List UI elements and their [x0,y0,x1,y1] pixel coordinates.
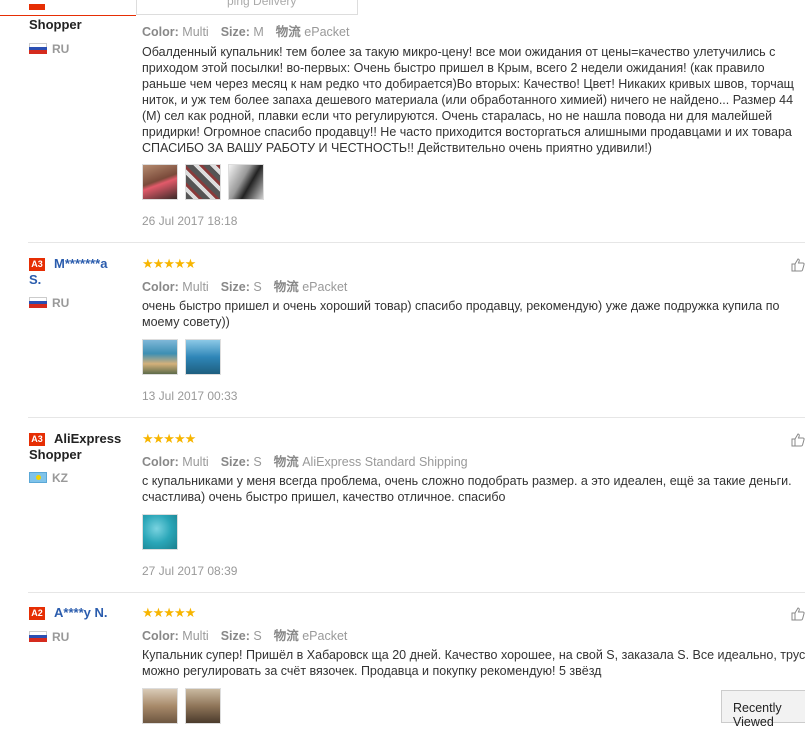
review-photo[interactable] [228,164,264,200]
review-text-line: раньше чем через месяц к нам редко что д… [142,77,794,91]
kazakhstan-flag-icon [29,472,47,483]
shipping-value: ePacket [302,280,348,294]
reviewer-country: RU [52,296,70,310]
reviewer-name-line: A****y N. [54,605,108,620]
review-text-line: с купальниками у меня всегда проблема, о… [142,474,792,488]
active-tab-underline [0,0,136,16]
review-text-line: моему совету)) [142,315,230,329]
reviewer-name-line: Shopper [29,447,82,462]
review-text-line: СПАСИБО ЗА ВАШУ РАБОТУ И ЧЕСТНОСТЬ!! Дей… [142,141,652,155]
size-label: Size: [220,455,250,469]
top-tab-strip: ping Delivery [0,0,805,16]
size-value: S [253,280,262,294]
review-photo[interactable] [185,688,221,724]
review-separator [28,242,805,243]
russia-flag-icon [29,43,47,54]
review-text-line: Купальник супер! Пришёл в Хабаровск ща 2… [142,648,805,662]
review-attributes: Color: Multi Size: M 物流 ePacket [142,21,349,40]
rating-stars: ★★★★★ [142,431,196,446]
review-photo[interactable] [142,164,178,200]
review-text-line: приходом этой посылки! во-первых: Очень … [142,61,765,75]
reviewer-name-line: S. [29,272,42,287]
review-photo[interactable] [142,514,178,550]
color-value: Multi [182,455,209,469]
shipping-label: 物流 [275,25,301,39]
shipping-label: 物流 [273,455,299,469]
thumbs-up-icon[interactable] [791,433,805,447]
russia-flag-icon [29,297,47,308]
review-text-line: ниток, и уж тем более запаха дешевого ма… [142,93,794,107]
reviewer-name: AliExpress Shopper [29,431,139,463]
review-text: очень быстро пришел и очень хороший това… [142,298,805,330]
review-text-line: придирки! Огромное спасибо продавцу!! Не… [142,125,792,139]
size-value: S [253,629,262,643]
reviewer-name-line: M*******a [54,256,108,271]
review-text-line: можно регулировать за счёт вязочек. Прод… [142,664,602,678]
review-text-line: очень быстро пришел и очень хороший това… [142,299,780,313]
reviewer-name: M*******a S. [29,256,139,288]
reviewer-country: KZ [52,471,68,485]
review-separator [28,592,805,593]
shipping-label: 物流 [273,629,299,643]
color-label: Color: [142,280,179,294]
size-label: Size: [220,629,250,643]
thumbs-up-icon[interactable] [791,258,805,272]
size-value: S [253,455,262,469]
shipping-value: ePacket [304,25,350,39]
color-value: Multi [182,280,209,294]
rating-stars: ★★★★★ [142,256,196,271]
review-text-line: Обалденный купальник! тем более за такую… [142,45,776,59]
review-photo[interactable] [142,688,178,724]
review-text: Купальник супер! Пришёл в Хабаровск ща 2… [142,647,805,679]
recently-viewed-button[interactable]: Recently Viewed [721,690,805,729]
review-text: с купальниками у меня всегда проблема, о… [142,473,805,505]
review-photo[interactable] [185,164,221,200]
reviewer-name: Shopper [29,17,82,32]
color-value: Multi [182,25,209,39]
reviewer-name-line: AliExpress [54,431,122,446]
size-value: M [253,25,264,39]
color-label: Color: [142,629,179,643]
size-label: Size: [220,25,250,39]
shipping-label: 物流 [273,280,299,294]
shipping-value: ePacket [302,629,348,643]
shipping-tab[interactable]: ping Delivery [136,0,358,15]
thumbs-up-icon[interactable] [791,607,805,621]
russia-flag-icon [29,631,47,642]
review-text: Обалденный купальник! тем более за такую… [142,44,805,156]
review-photo[interactable] [185,339,221,375]
rating-stars: ★★★★★ [142,605,196,620]
level-badge [29,4,45,10]
review-attributes: Color: Multi Size: S 物流 ePacket [142,276,347,295]
review-text-line: (M) сел как родной, плавки если что регу… [142,109,773,123]
size-label: Size: [220,280,250,294]
shipping-tab-label: ping Delivery [227,0,297,8]
shipping-value: AliExpress Standard Shipping [302,455,468,469]
review-date: 13 Jul 2017 00:33 [142,389,238,403]
review-separator [28,417,805,418]
review-photo[interactable] [142,339,178,375]
review-date: 26 Jul 2017 18:18 [142,214,238,228]
review-attributes: Color: Multi Size: S 物流 AliExpress Standar… [142,451,468,470]
review-attributes: Color: Multi Size: S 物流 ePacket [142,625,347,644]
reviewer-name: A****y N. [29,605,139,621]
color-label: Color: [142,25,179,39]
reviewer-country: RU [52,630,70,644]
review-date: 27 Jul 2017 08:39 [142,564,238,578]
color-label: Color: [142,455,179,469]
color-value: Multi [182,629,209,643]
review-text-line: счастлива) очень быстро пришел, качество… [142,490,506,504]
reviewer-country: RU [52,42,70,56]
